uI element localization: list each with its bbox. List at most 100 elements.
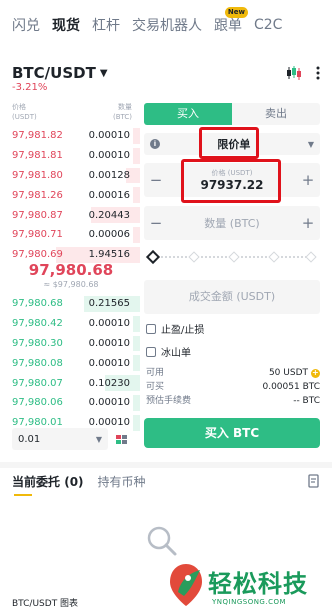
ask-qty: 0.00010	[88, 130, 130, 142]
ask-row[interactable]: 97,981.80 0.00128	[0, 166, 140, 186]
depth-mode-icon[interactable]	[116, 434, 127, 444]
max-buy-row: 可买 0.00051 BTC	[146, 381, 320, 393]
amount-input[interactable]: 数量 (BTC)	[168, 215, 296, 231]
bid-price: 97,980.01	[12, 417, 63, 429]
amount-stepper: − 数量 (BTC) +	[144, 206, 320, 240]
more-dots-icon[interactable]	[316, 66, 320, 80]
bid-price: 97,980.68	[12, 298, 63, 310]
bid-qty: 0.00010	[88, 318, 130, 330]
qty-column-header: 数量 (BTC)	[112, 103, 132, 121]
iceberg-checkbox[interactable]: 冰山单	[146, 344, 191, 359]
bid-price: 97,980.30	[12, 337, 63, 349]
pair-selector[interactable]: BTC/USDT	[12, 64, 96, 82]
ask-qty: 0.00006	[88, 229, 130, 241]
fee-label: 预估手续费	[146, 396, 192, 406]
ask-row[interactable]: 97,981.81 0.00010	[0, 146, 140, 166]
watermark: 轻松科技 YNQINGSONG.COM	[160, 560, 332, 612]
ask-row[interactable]: 97,981.26 0.00016	[0, 185, 140, 205]
bid-qty: 0.00010	[88, 337, 130, 349]
bid-row[interactable]: 97,980.42 0.00010	[0, 314, 140, 334]
section-divider	[0, 462, 332, 468]
ask-row[interactable]: 97,981.82 0.00010	[0, 126, 140, 146]
buy-btc-button[interactable]: 买入 BTC	[144, 418, 320, 448]
slider-handle[interactable]	[145, 249, 161, 265]
slider-step-50[interactable]	[228, 251, 240, 263]
price-increase-button[interactable]: +	[296, 171, 320, 189]
bid-row[interactable]: 97,980.68 0.21565	[0, 294, 140, 314]
max-buy-value: 0.00051 BTC	[262, 382, 320, 392]
precision-select[interactable]: 0.01 ▼	[12, 428, 108, 450]
tab-spot[interactable]: 现货	[52, 15, 80, 35]
caret-down-icon[interactable]: ▼	[100, 68, 108, 79]
fee-value: -- BTC	[293, 396, 320, 406]
tab-copy-trading-label: 跟单	[214, 18, 242, 34]
depth-bar	[133, 226, 140, 243]
caret-down-icon: ▼	[307, 139, 314, 149]
ask-price: 97,981.82	[12, 130, 63, 142]
search-empty-icon	[147, 526, 177, 556]
pair-actions	[286, 66, 320, 80]
buy-tab[interactable]: 买入	[144, 103, 232, 125]
tab-margin[interactable]: 杠杆	[92, 15, 120, 35]
tab-convert[interactable]: 闪兑	[12, 15, 40, 35]
ask-price: 97,980.71	[12, 229, 63, 241]
tab-open-orders[interactable]: 当前委托 (0)	[12, 473, 84, 490]
ask-price: 97,981.81	[12, 150, 63, 162]
add-funds-icon[interactable]	[311, 367, 320, 379]
asks-list: 97,981.82 0.00010 97,981.81 0.00010 97,981.8…	[0, 126, 140, 265]
bid-row[interactable]: 97,980.07 0.10230	[0, 373, 140, 393]
candlestick-icon[interactable]	[286, 66, 302, 80]
checkbox-icon	[146, 346, 156, 357]
open-orders-label: 当前委托	[12, 474, 61, 489]
tab-trading-bots[interactable]: 交易机器人	[132, 15, 202, 35]
bid-qty: 0.00010	[88, 357, 130, 369]
bids-list: 97,980.68 0.21565 97,980.42 0.00010 97,980.3…	[0, 294, 140, 433]
ask-qty: 1.94516	[88, 249, 130, 261]
bid-row[interactable]: 97,980.06 0.00010	[0, 393, 140, 413]
ask-price: 97,981.80	[12, 169, 63, 181]
bid-price: 97,980.42	[12, 318, 63, 330]
tab-copy-trading[interactable]: 跟单 New	[214, 7, 248, 35]
amount-slider[interactable]	[145, 249, 318, 265]
available-label: 可用	[146, 368, 165, 378]
bid-qty: 0.00010	[88, 417, 130, 429]
available-value: 50 USDT	[268, 368, 308, 378]
depth-bar	[133, 335, 140, 352]
ask-qty: 0.00128	[88, 169, 130, 181]
slider-step-100[interactable]	[305, 251, 317, 263]
tpsl-checkbox[interactable]: 止盈/止损	[146, 321, 204, 336]
tab-c2c[interactable]: C2C	[254, 17, 282, 33]
ask-qty: 0.00010	[88, 150, 130, 162]
amount-increase-button[interactable]: +	[296, 214, 320, 232]
orderbook-header: 价格 (USDT) 数量 (BTC)	[12, 102, 132, 126]
tpsl-label: 止盈/止损	[161, 325, 205, 336]
orderbook-footer: 0.01 ▼	[12, 428, 136, 450]
depth-bar	[133, 128, 140, 144]
total-input[interactable]: 成交金额 (USDT)	[144, 280, 320, 314]
bid-price: 97,980.06	[12, 397, 63, 409]
tab-holdings[interactable]: 持有币种	[98, 473, 146, 490]
slider-step-25[interactable]	[188, 251, 200, 263]
highlight-box-price	[181, 159, 281, 203]
chart-bar-label: BTC/USDT 图表	[12, 598, 79, 609]
open-orders-count: (0)	[64, 474, 84, 489]
sell-tab[interactable]: 卖出	[232, 103, 320, 125]
depth-bar	[133, 355, 140, 372]
iceberg-label: 冰山单	[161, 348, 191, 359]
price-change: -3.21%	[12, 82, 48, 93]
document-icon[interactable]	[308, 474, 320, 488]
available-value-wrap: 50 USDT	[269, 367, 320, 379]
ask-row[interactable]: 97,980.87 0.20443	[0, 205, 140, 225]
ask-row[interactable]: 97,980.71 0.00006	[0, 225, 140, 245]
amount-decrease-button[interactable]: −	[144, 214, 168, 232]
last-price-usd: ≈ $97,980.68	[43, 280, 99, 289]
depth-bar	[133, 147, 140, 164]
price-decrease-button[interactable]: −	[144, 171, 168, 189]
depth-bar	[133, 394, 140, 411]
slider-step-75[interactable]	[268, 251, 280, 263]
bid-qty: 0.00010	[88, 397, 130, 409]
bid-row[interactable]: 97,980.08 0.00010	[0, 353, 140, 373]
watermark-url: YNQINGSONG.COM	[212, 598, 287, 606]
info-icon[interactable]: i	[150, 139, 160, 149]
bid-row[interactable]: 97,980.30 0.00010	[0, 334, 140, 354]
